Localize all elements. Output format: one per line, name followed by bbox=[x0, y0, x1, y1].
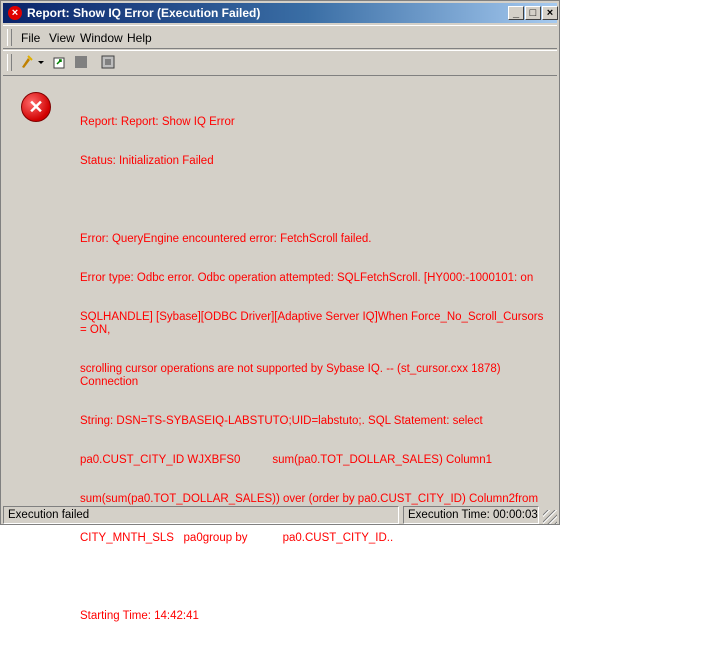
close-button[interactable]: × bbox=[542, 6, 558, 20]
title-bar[interactable]: × Report: Show IQ Error (Execution Faile… bbox=[3, 3, 558, 23]
menu-window[interactable]: Window bbox=[80, 31, 123, 45]
resize-grip[interactable] bbox=[543, 510, 557, 524]
error-detail-line: pa0.CUST_CITY_ID WJXBFS0 sum(pa0.TOT_DOL… bbox=[80, 454, 493, 466]
toolbar bbox=[3, 50, 557, 76]
error-line: Error: QueryEngine encountered error: Fe… bbox=[80, 233, 372, 245]
error-detail-line: String: DSN=TS-SYBASEIQ-LABSTUTO;UID=lab… bbox=[80, 415, 483, 427]
print-preview-icon[interactable] bbox=[99, 54, 117, 72]
error-app-icon[interactable]: × bbox=[8, 6, 22, 20]
error-message: Report: Report: Show IQ Error Status: In… bbox=[80, 90, 550, 649]
export-icon[interactable] bbox=[50, 54, 68, 72]
dropdown-arrow-icon[interactable] bbox=[36, 54, 46, 72]
error-detail-line: CITY_MNTH_SLS pa0group by pa0.CUST_CITY_… bbox=[80, 532, 394, 544]
error-detail-line: scrolling cursor operations are not supp… bbox=[80, 363, 507, 388]
window-title: Report: Show IQ Error (Execution Failed) bbox=[27, 6, 261, 20]
stop-icon[interactable] bbox=[72, 54, 90, 72]
report-window: × Report: Show IQ Error (Execution Faile… bbox=[0, 0, 560, 622]
report-content: ✕ Report: Report: Show IQ Error Status: … bbox=[3, 79, 557, 622]
starting-time-line: Starting Time: 14:42:41 bbox=[80, 610, 199, 622]
menu-file[interactable]: File bbox=[21, 31, 40, 45]
status-line: Status: Initialization Failed bbox=[80, 155, 214, 167]
error-detail-line: sum(sum(pa0.TOT_DOLLAR_SALES)) over (ord… bbox=[80, 493, 539, 505]
run-report-icon[interactable] bbox=[18, 54, 36, 72]
toolbar-grip[interactable] bbox=[7, 54, 12, 71]
menu-bar: File View Window Help bbox=[3, 25, 557, 49]
error-detail-line: SQLHANDLE] [Sybase][ODBC Driver][Adaptiv… bbox=[80, 311, 547, 336]
report-name-line: Report: Report: Show IQ Error bbox=[80, 116, 235, 128]
menubar-grip[interactable] bbox=[7, 29, 12, 46]
status-bar: Execution failed Execution Time: 00:00:0… bbox=[3, 506, 557, 524]
status-execution: Execution failed bbox=[3, 506, 399, 524]
status-execution-time: Execution Time: 00:00:03 bbox=[403, 506, 539, 524]
menu-view[interactable]: View bbox=[49, 31, 75, 45]
error-detail-line: Error type: Odbc error. Odbc operation a… bbox=[80, 272, 534, 284]
minimize-button[interactable]: _ bbox=[508, 6, 524, 20]
menu-help[interactable]: Help bbox=[127, 31, 152, 45]
error-icon: ✕ bbox=[21, 92, 51, 122]
maximize-button[interactable]: □ bbox=[525, 6, 541, 20]
